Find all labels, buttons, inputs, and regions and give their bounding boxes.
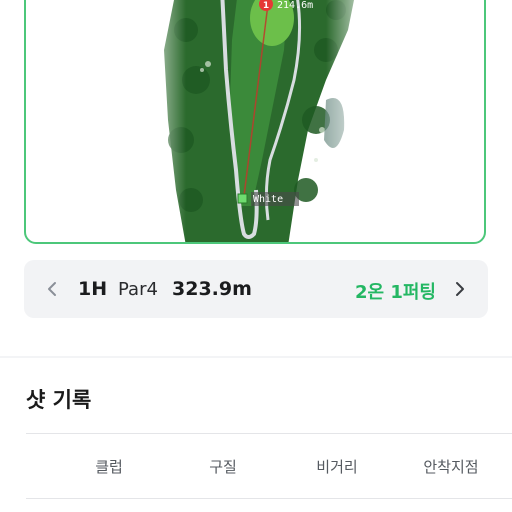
hole-info-bar: 1H Par4 323.9m 2온 1퍼팅 [24,260,488,318]
shot-marker[interactable]: 1 214.6m [259,0,313,11]
shot-record-title: 샷 기록 [26,388,92,412]
table-top-border [26,433,512,434]
column-header-club: 클럽 [95,458,123,476]
column-header-shot-type: 구질 [209,458,237,476]
hole-map-card[interactable]: 1 214.6m White [24,0,486,244]
hole-number: 1H [78,278,108,300]
chevron-left-icon [48,282,56,296]
prev-hole-button[interactable] [32,260,72,318]
hole-par: Par4 [118,279,158,300]
tee-label: White [253,194,283,205]
hole-score-summary: 2온 1퍼팅 [355,282,436,303]
chevron-right-icon [456,282,464,296]
section-divider [0,356,512,358]
column-header-carry-distance: 비거리 [316,458,358,476]
column-header-landing-spot: 안착지점 [423,458,479,476]
next-hole-button[interactable] [440,260,480,318]
table-header-border [26,498,512,499]
shot-distance-label: 214.6m [277,0,313,11]
hole-distance: 323.9m [172,278,252,300]
shot-marker-number: 1 [263,1,269,11]
hole-map: 1 214.6m White [136,0,376,242]
